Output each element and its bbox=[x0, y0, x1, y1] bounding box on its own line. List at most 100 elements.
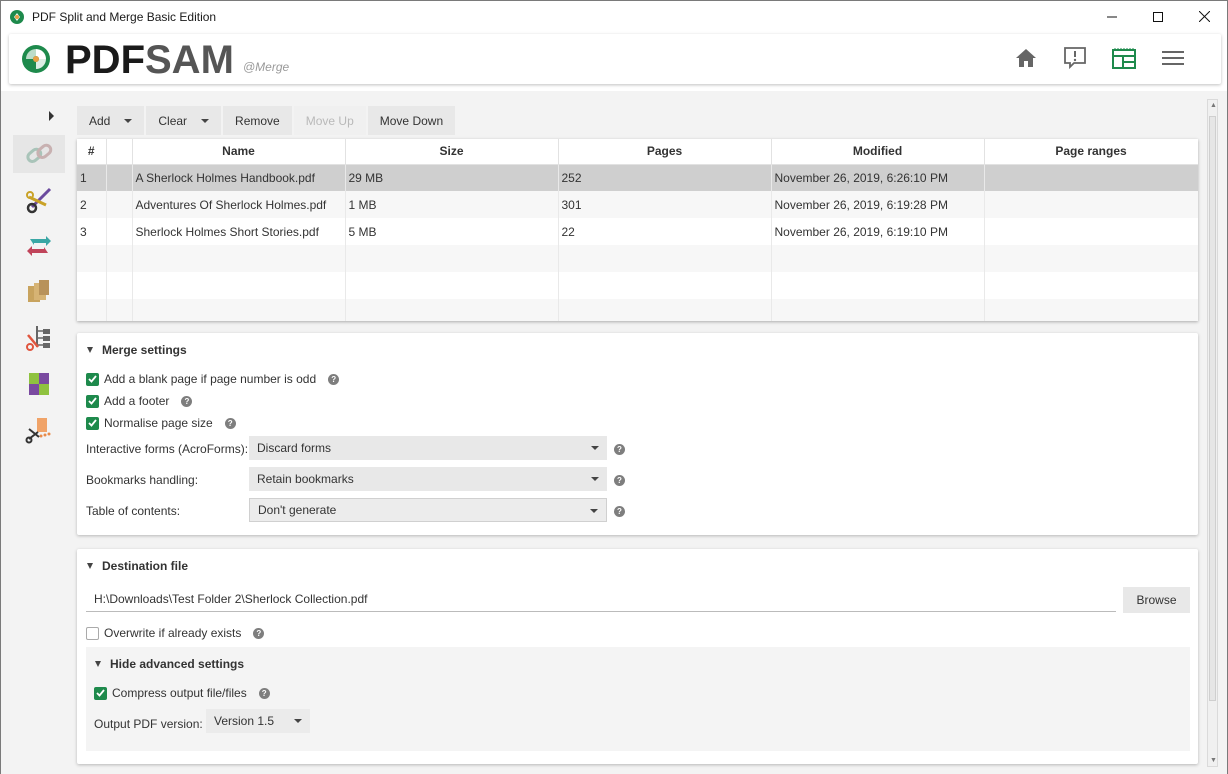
toc-value: Don't generate bbox=[258, 503, 337, 517]
browse-button[interactable]: Browse bbox=[1123, 587, 1190, 613]
help-icon[interactable]: ? bbox=[224, 417, 236, 429]
feedback-button[interactable] bbox=[1063, 46, 1087, 70]
clear-button[interactable]: Clear bbox=[146, 106, 222, 135]
blank-page-checkbox[interactable] bbox=[86, 372, 99, 386]
cell-name: Sherlock Holmes Short Stories.pdf bbox=[132, 218, 346, 245]
sidebar-item-split-by-size[interactable] bbox=[13, 411, 65, 449]
cell-size: 5 MB bbox=[345, 218, 559, 245]
sidebar-item-merge[interactable] bbox=[13, 135, 65, 173]
table-row[interactable]: 1 A Sherlock Holmes Handbook.pdf 29 MB 2… bbox=[77, 164, 1198, 191]
selection-toolbar: Add Clear Remove Move Up Move Down bbox=[77, 106, 456, 135]
maximize-button[interactable] bbox=[1135, 1, 1181, 32]
cell-modified: November 26, 2019, 6:19:10 PM bbox=[771, 218, 985, 245]
destination-header[interactable]: Destination file bbox=[87, 559, 188, 573]
sidebar-item-split[interactable] bbox=[13, 181, 65, 219]
sidebar-item-alternate-mix[interactable] bbox=[13, 365, 65, 403]
cell-page-ranges[interactable] bbox=[984, 164, 1198, 191]
overwrite-label: Overwrite if already exists bbox=[104, 626, 242, 640]
column-header-number[interactable]: # bbox=[77, 139, 107, 165]
help-icon[interactable]: ? bbox=[181, 395, 193, 407]
toc-select[interactable]: Don't generate bbox=[249, 498, 607, 522]
merge-settings-title: Merge settings bbox=[102, 343, 187, 357]
chevron-down-icon bbox=[591, 446, 599, 450]
remove-button[interactable]: Remove bbox=[223, 106, 292, 135]
normalise-checkbox[interactable] bbox=[86, 416, 99, 430]
dashboard-icon bbox=[1112, 48, 1136, 69]
bookmarks-label: Bookmarks handling: bbox=[86, 473, 199, 487]
merge-settings-panel: Merge settings Add a blank page if page … bbox=[77, 333, 1198, 535]
tools-sidebar bbox=[9, 91, 71, 774]
column-header-pages[interactable]: Pages bbox=[558, 139, 772, 165]
overwrite-checkbox[interactable] bbox=[86, 626, 99, 640]
cell-name: A Sherlock Holmes Handbook.pdf bbox=[132, 164, 346, 191]
sidebar-item-rotate[interactable] bbox=[13, 227, 65, 265]
bookmarks-select[interactable]: Retain bookmarks bbox=[249, 467, 607, 491]
move-up-button[interactable]: Move Up bbox=[293, 106, 366, 135]
cell-name: Adventures Of Sherlock Holmes.pdf bbox=[132, 191, 346, 218]
close-icon bbox=[1198, 11, 1210, 22]
chevron-down-icon bbox=[201, 118, 210, 123]
destination-title: Destination file bbox=[102, 559, 189, 573]
pdfsam-logo-text: PDFSAM bbox=[65, 37, 234, 83]
column-header-page-ranges[interactable]: Page ranges bbox=[984, 139, 1198, 165]
expand-sidebar-toggle[interactable] bbox=[49, 111, 54, 121]
cell-modified: November 26, 2019, 6:26:10 PM bbox=[771, 164, 985, 191]
column-header-blank[interactable] bbox=[106, 139, 133, 165]
move-down-button[interactable]: Move Down bbox=[367, 106, 456, 135]
advanced-settings-header[interactable]: Hide advanced settings bbox=[95, 657, 244, 671]
check-icon bbox=[88, 375, 97, 383]
column-header-modified[interactable]: Modified bbox=[771, 139, 985, 165]
app-header: PDFSAM @Merge bbox=[9, 34, 1221, 84]
vertical-scrollbar[interactable]: ▲ ▼ bbox=[1207, 99, 1218, 767]
help-icon[interactable]: ? bbox=[614, 506, 625, 517]
close-button[interactable] bbox=[1181, 1, 1227, 32]
menu-button[interactable] bbox=[1161, 46, 1185, 70]
footer-label: Add a footer bbox=[104, 394, 170, 408]
home-button[interactable] bbox=[1014, 46, 1038, 70]
files-table: # Name Size Pages Modified Page ranges 1… bbox=[77, 139, 1198, 321]
add-button[interactable]: Add bbox=[77, 106, 145, 135]
destination-panel: Destination file H:\Downloads\Test Folde… bbox=[77, 549, 1198, 764]
pdf-version-select[interactable]: Version 1.5 bbox=[206, 709, 310, 733]
feedback-icon bbox=[1064, 47, 1086, 70]
empty-row bbox=[77, 245, 1198, 272]
table-row[interactable]: 2 Adventures Of Sherlock Holmes.pdf 1 MB… bbox=[77, 191, 1198, 218]
sidebar-item-split-by-bookmarks[interactable] bbox=[13, 319, 65, 357]
scrollbar-thumb[interactable] bbox=[1209, 116, 1216, 701]
footer-checkbox[interactable] bbox=[86, 394, 99, 408]
forms-select[interactable]: Discard forms bbox=[249, 436, 607, 460]
help-icon[interactable]: ? bbox=[258, 687, 270, 699]
destination-path-input[interactable]: H:\Downloads\Test Folder 2\Sherlock Coll… bbox=[86, 587, 1116, 612]
cell-modified: November 26, 2019, 6:19:28 PM bbox=[771, 191, 985, 218]
clear-label: Clear bbox=[158, 113, 188, 128]
logo-sam: SAM bbox=[145, 38, 234, 82]
table-row[interactable]: 3 Sherlock Holmes Short Stories.pdf 5 MB… bbox=[77, 218, 1198, 245]
extract-pages-icon bbox=[28, 280, 49, 302]
window-title: PDF Split and Merge Basic Edition bbox=[32, 9, 217, 24]
bookmarks-value: Retain bookmarks bbox=[257, 472, 354, 486]
collapse-triangle-icon bbox=[87, 347, 93, 353]
help-icon[interactable]: ? bbox=[253, 627, 265, 639]
check-icon bbox=[96, 689, 105, 697]
cell-number: 1 bbox=[77, 164, 107, 191]
help-icon[interactable]: ? bbox=[614, 444, 625, 455]
cell-size: 1 MB bbox=[345, 191, 559, 218]
cell-page-ranges[interactable] bbox=[984, 191, 1198, 218]
column-header-name[interactable]: Name bbox=[132, 139, 346, 165]
scroll-down-icon[interactable]: ▼ bbox=[1210, 757, 1217, 764]
merge-chain-icon bbox=[26, 143, 53, 163]
scroll-up-icon[interactable]: ▲ bbox=[1210, 102, 1217, 109]
column-header-size[interactable]: Size bbox=[345, 139, 559, 165]
help-icon[interactable]: ? bbox=[614, 475, 625, 486]
merge-settings-header[interactable]: Merge settings bbox=[87, 343, 187, 357]
forms-label: Interactive forms (AcroForms): bbox=[86, 442, 249, 456]
minimize-button[interactable] bbox=[1089, 1, 1135, 32]
logo-pdf: PDF bbox=[65, 38, 145, 82]
rotate-arrows-icon bbox=[27, 236, 51, 256]
help-icon[interactable]: ? bbox=[328, 373, 340, 385]
dashboard-button[interactable] bbox=[1112, 46, 1136, 70]
cell-page-ranges[interactable] bbox=[984, 218, 1198, 245]
sidebar-item-extract[interactable] bbox=[13, 273, 65, 311]
home-icon bbox=[1016, 49, 1036, 67]
compress-checkbox[interactable] bbox=[94, 686, 107, 700]
